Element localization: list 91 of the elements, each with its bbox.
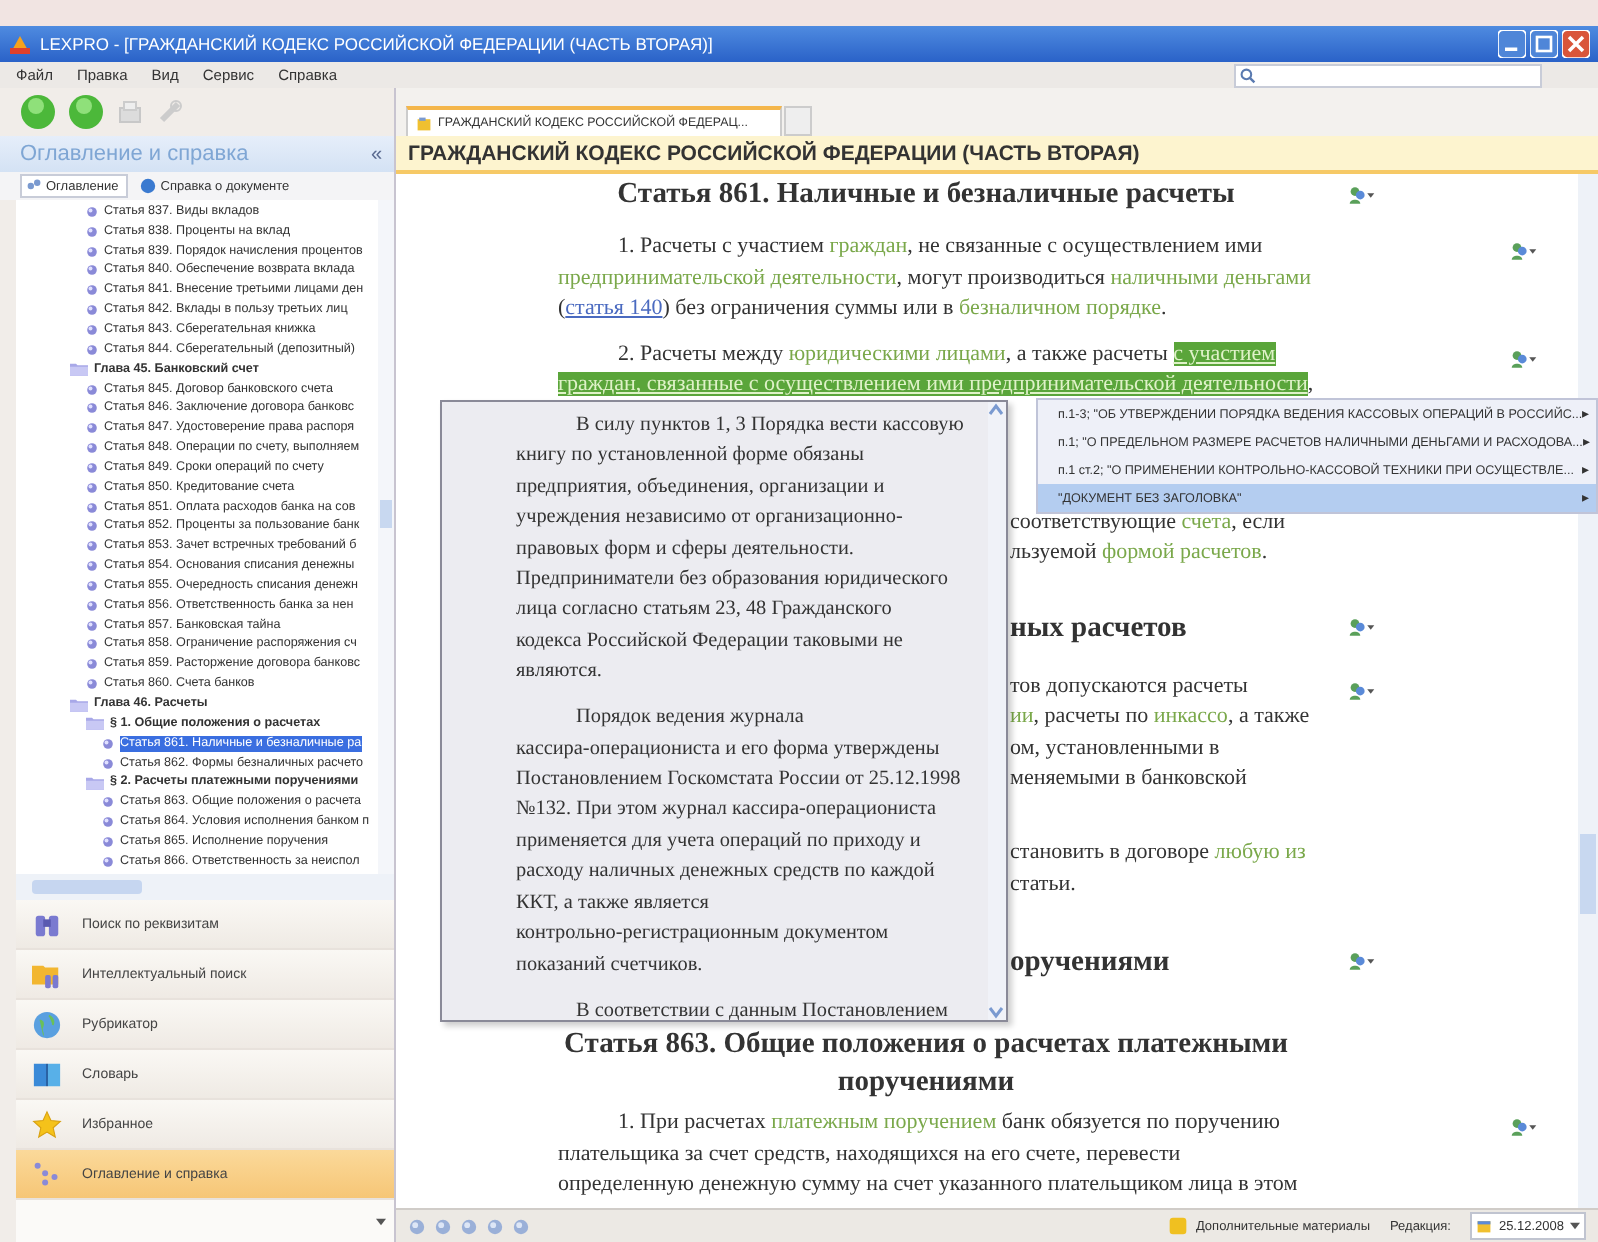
- calendar-icon: [1476, 1218, 1493, 1234]
- status-tool-icon[interactable]: [486, 1217, 504, 1235]
- bullet-icon: [86, 481, 98, 494]
- section-heading: Статья 863. Общие положения о расчетах платежными поручениями: [564, 1028, 1288, 1099]
- paragraph-text: 2. Расчеты между юридическими лицами, а также расчеты с участием граждан, связанные с осуществлением ими предпринимательской деятельности,: [558, 339, 1316, 401]
- paragraph-text: тов допускаются расчеты ии, расчеты по инкассо, а также ом, установленными в меняемыми в банковской: [1010, 673, 1310, 790]
- bullet-icon: [86, 422, 98, 435]
- bullet-icon: [86, 678, 98, 691]
- paragraph-text: 1. Расчеты с участием граждан, не связанные с осуществлением ими предпринимательской деятельности, могут производиться наличными деньгами (статья 140) без ограничения суммы или в безналичном порядке.: [558, 232, 1313, 325]
- people-dropdown-icon[interactable]: [1510, 1118, 1538, 1137]
- paragraph-text: 1. При расчетах платежным поручением банк обязуется по поручению плательщика за счет средств, находящихся на его счете, перевести определенную денежную сумму на счет указанного плательщиком лица в этом: [558, 1108, 1300, 1201]
- folder-icon: [70, 697, 88, 712]
- people-dropdown-icon[interactable]: [1348, 186, 1376, 204]
- chevron-down-icon[interactable]: [376, 1217, 386, 1225]
- link-icon[interactable]: [156, 98, 184, 126]
- bullet-icon: [86, 264, 98, 277]
- people-dropdown-icon[interactable]: [1348, 952, 1376, 971]
- bullet-icon: [86, 402, 98, 415]
- search-icon: [1240, 68, 1256, 84]
- materials-icon[interactable]: [1167, 1216, 1188, 1236]
- tree-icon: [26, 178, 42, 194]
- bullet-icon: [86, 442, 98, 455]
- people-dropdown-icon[interactable]: [1510, 242, 1538, 260]
- horizontal-scrollbar[interactable]: [16, 874, 394, 900]
- document-heading: ГРАЖДАНСКИЙ КОДЕКС РОССИЙСКОЙ ФЕДЕРАЦИИ (ЧАСТЬ ВТОРАЯ): [408, 141, 1140, 165]
- scroll-down-icon[interactable]: [988, 1004, 1004, 1020]
- status-tool-icon[interactable]: [512, 1217, 530, 1235]
- article-link[interactable]: статья 140: [565, 296, 663, 321]
- bullet-icon: [86, 560, 98, 573]
- bullet-icon: [102, 835, 114, 848]
- paragraph-text: соответствующие счета, если льзуемой формой расчетов.: [1010, 509, 1286, 565]
- star-icon: [32, 1109, 62, 1139]
- bullet-icon: [86, 638, 98, 651]
- status-tool-icon[interactable]: [408, 1217, 426, 1235]
- folder-icon: [70, 362, 88, 377]
- bullet-icon: [86, 599, 98, 612]
- forward-icon[interactable]: [68, 94, 104, 130]
- bullet-icon: [86, 304, 98, 317]
- new-tab-button[interactable]: [784, 106, 812, 136]
- people-dropdown-icon[interactable]: [1510, 349, 1538, 368]
- app-icon: [8, 32, 32, 56]
- bullet-icon: [86, 540, 98, 553]
- window-title: LEXPRO - [ГРАЖДАНСКИЙ КОДЕКС РОССИЙСКОЙ ФЕДЕРАЦИИ (ЧАСТЬ ВТОРАЯ)]: [40, 34, 715, 54]
- document-icon: [416, 115, 432, 131]
- search-field[interactable]: [1234, 64, 1542, 88]
- bullet-icon: [86, 205, 98, 218]
- comment-paragraph: Порядок ведения журнала кассира-операциониста и его форма утверждены Постановлением Госкомстата России от 25.12.1998 №132. При этом журнал кассира-операциониста применяется для учета операций по приходу и расходу наличных денежных средств по каждой ККТ, а также является контрольно-регистрационным документом показаний счетчиков.: [516, 704, 963, 979]
- bullet-icon: [86, 619, 98, 632]
- status-tool-icon[interactable]: [434, 1217, 452, 1235]
- tree-icon: [32, 1159, 62, 1189]
- bullet-icon: [86, 579, 98, 592]
- bullet-icon: [86, 225, 98, 238]
- bullet-icon: [86, 520, 98, 533]
- people-dropdown-icon[interactable]: [1348, 681, 1376, 700]
- scrollbar[interactable]: [378, 200, 394, 874]
- collapse-button[interactable]: «: [370, 143, 382, 165]
- globe-icon: [32, 1009, 62, 1039]
- back-icon[interactable]: [20, 94, 56, 130]
- paragraph-text: становить в договоре любую из статьи.: [1010, 840, 1306, 896]
- comment-paragraph: В соответствии с данным Постановлением: [574, 997, 950, 1020]
- people-dropdown-icon[interactable]: [1348, 617, 1376, 636]
- bullet-icon: [86, 461, 98, 474]
- dropdown-icon: [1570, 1222, 1580, 1230]
- minimize-icon[interactable]: [1498, 30, 1526, 58]
- bullet-icon: [102, 757, 114, 770]
- panel-title: Оглавление и справка: [20, 142, 249, 166]
- bullet-icon: [102, 816, 114, 829]
- section-heading: Статья 861. Наличные и безналичные расчеты: [617, 178, 1235, 210]
- bullet-icon: [102, 796, 114, 809]
- bullet-icon: [86, 383, 98, 396]
- status-tool-icon[interactable]: [460, 1217, 478, 1235]
- maximize-icon[interactable]: [1530, 30, 1558, 58]
- info-icon: [140, 178, 157, 194]
- bullet-icon: [86, 501, 98, 514]
- folder-icon: [86, 775, 104, 790]
- bullet-icon: [86, 284, 98, 297]
- folder-icon: [86, 716, 104, 731]
- bullet-icon: [102, 855, 114, 868]
- comment-paragraph: В силу пунктов 1, 3 Порядка вести кассовую книгу по установленной форме обязаны предприятия, объединения, организации и учреждения независимо от организационно- правовых форм и сферы деятельности. Предприниматели без образования юридического лица согласно статьям 23, 48 Гражданского кодекса Российской Федерации таковыми не являются.: [516, 412, 966, 687]
- book-icon: [32, 1059, 62, 1089]
- scrollbar[interactable]: [988, 402, 1006, 1020]
- close-icon[interactable]: [1562, 30, 1590, 58]
- print-icon[interactable]: [116, 98, 144, 126]
- bullet-icon: [102, 737, 114, 750]
- section-heading: оручениями: [1010, 946, 1170, 979]
- scroll-up-icon[interactable]: [988, 402, 1004, 418]
- section-heading: ных расчетов: [1010, 611, 1187, 644]
- bullet-icon: [86, 658, 98, 671]
- bullet-icon: [86, 323, 98, 336]
- bullet-icon: [86, 343, 98, 356]
- bullet-icon: [86, 245, 98, 258]
